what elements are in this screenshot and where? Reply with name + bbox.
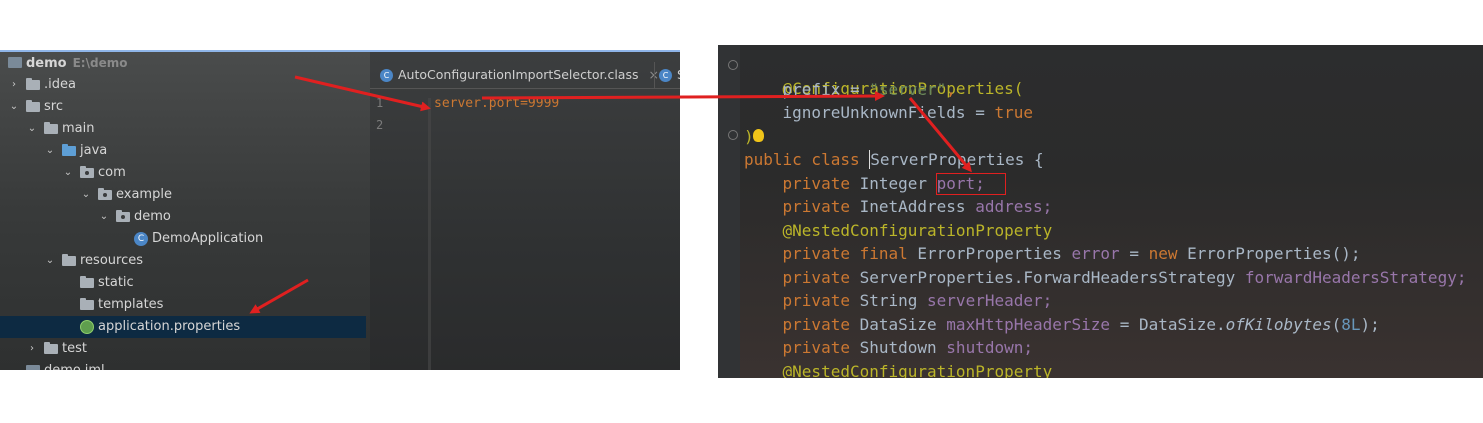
chevron-down-icon[interactable]: ⌄ — [98, 206, 110, 228]
java-class-editor[interactable]: @ConfigurationProperties( prefix = "serv… — [718, 45, 1483, 378]
tree-item-static[interactable]: static — [0, 272, 370, 294]
code-line: private InetAddress address; — [744, 197, 1053, 216]
tree-label: main — [62, 121, 95, 136]
class-file-icon: C — [380, 69, 393, 82]
tree-item-java[interactable]: ⌄ java — [0, 140, 370, 162]
tree-item-com[interactable]: ⌄ com — [0, 162, 370, 184]
chevron-down-icon[interactable]: ⌄ — [44, 250, 56, 272]
tree-item-resources[interactable]: ⌄ resources — [0, 250, 370, 272]
tree-label: .idea — [44, 77, 76, 92]
tree-label: java — [80, 143, 108, 158]
project-path: E:\demo — [72, 56, 128, 70]
ide-project-window: demoE:\demo › .idea ⌄ src ⌄ main ⌄ java — [0, 50, 680, 370]
calligraphy-scroll-background — [428, 98, 431, 370]
code-line: private final ErrorProperties error = ne… — [744, 244, 1361, 263]
code-line: @ConfigurationProperties( — [782, 79, 1024, 98]
tree-item-demo-root[interactable]: demo E:\demo — [0, 52, 370, 74]
package-icon — [98, 188, 112, 200]
properties-editor[interactable]: C AutoConfigurationImportSelector.class ×… — [370, 52, 680, 370]
code-line-server-port[interactable]: server.port=9999 — [434, 96, 559, 111]
tree-label: resources — [80, 253, 144, 268]
class-file-icon: C — [659, 69, 672, 82]
tree-item-src[interactable]: ⌄ src — [0, 96, 370, 118]
editor-tab-bar: C AutoConfigurationImportSelector.class ×… — [370, 62, 680, 89]
tab-label: S — [677, 67, 680, 82]
tree-label: test — [62, 341, 87, 356]
code-line: private String serverHeader; — [744, 291, 1053, 310]
tree-label: src — [44, 99, 63, 114]
module-icon — [8, 57, 22, 68]
folder-icon — [80, 298, 94, 310]
chevron-down-icon[interactable]: ⌄ — [44, 140, 56, 162]
tree-label: example — [116, 187, 172, 202]
chevron-down-icon[interactable]: ⌄ — [8, 96, 20, 118]
code-line: public class ServerProperties { — [744, 150, 1044, 169]
tree-label: demo E:\demo — [26, 56, 128, 71]
line-number: 1 — [376, 96, 384, 110]
tab-serverproperties[interactable]: CS — [654, 62, 680, 88]
chevron-down-icon[interactable]: ⌄ — [62, 162, 74, 184]
code-line: ) — [744, 127, 754, 146]
tree-item-application-properties[interactable]: application.properties — [0, 316, 366, 338]
fold-icon[interactable] — [728, 60, 738, 70]
tree-item-idea[interactable]: › .idea — [0, 74, 370, 96]
source-folder-icon — [62, 144, 76, 156]
chevron-down-icon[interactable]: ⌄ — [26, 118, 38, 140]
tree-item-templates[interactable]: templates — [0, 294, 370, 316]
code-line: private ServerProperties.ForwardHeadersS… — [744, 268, 1467, 287]
tab-label: AutoConfigurationImportSelector.class — [398, 67, 639, 82]
tree-item-main[interactable]: ⌄ main — [0, 118, 370, 140]
tree-label: static — [98, 275, 134, 290]
code-line: private DataSize maxHttpHeaderSize = Dat… — [744, 315, 1380, 334]
tree-item-demo-iml[interactable]: demo.iml — [0, 360, 370, 370]
project-tree: demoE:\demo › .idea ⌄ src ⌄ main ⌄ java — [0, 52, 370, 370]
tree-label: com — [98, 165, 126, 180]
code-line: ignoreUnknownFields = true — [744, 103, 1033, 122]
folder-icon — [26, 100, 40, 112]
tab-autoconfigurationimportselector[interactable]: C AutoConfigurationImportSelector.class × — [380, 62, 659, 88]
package-icon — [116, 210, 130, 222]
folder-icon — [44, 122, 58, 134]
tree-label: demo.iml — [44, 360, 105, 370]
resources-folder-icon — [62, 254, 76, 266]
tree-item-demo-package[interactable]: ⌄ demo — [0, 206, 370, 228]
tree-item-example[interactable]: ⌄ example — [0, 184, 370, 206]
chevron-down-icon[interactable]: ⌄ — [80, 184, 92, 206]
tree-label: templates — [98, 297, 164, 312]
chevron-right-icon[interactable]: › — [26, 338, 38, 360]
spring-properties-icon — [80, 320, 94, 334]
code-line: prefix = "server", — [744, 80, 956, 99]
tree-label: application.properties — [98, 319, 241, 334]
folder-icon — [44, 342, 58, 354]
tree-label: demo — [134, 209, 171, 224]
port-highlight-box — [936, 173, 1006, 195]
line-number: 2 — [376, 118, 384, 132]
code-line: private Shutdown shutdown; — [744, 338, 1033, 357]
tree-item-test[interactable]: › test — [0, 338, 370, 360]
lightbulb-icon[interactable] — [753, 129, 764, 142]
tree-item-demoapplication[interactable]: C DemoApplication — [0, 228, 370, 250]
package-icon — [80, 166, 94, 178]
module-file-icon — [26, 365, 40, 370]
chevron-right-icon[interactable]: › — [8, 74, 20, 96]
tree-label: DemoApplication — [152, 231, 264, 246]
folder-icon — [80, 276, 94, 288]
spring-class-icon: C — [134, 232, 148, 246]
fold-icon[interactable] — [728, 130, 738, 140]
code-line: @NestedConfigurationProperty — [744, 362, 1053, 378]
folder-icon — [26, 78, 40, 90]
code-line: @NestedConfigurationProperty — [744, 221, 1053, 240]
editor-gutter — [718, 45, 740, 378]
